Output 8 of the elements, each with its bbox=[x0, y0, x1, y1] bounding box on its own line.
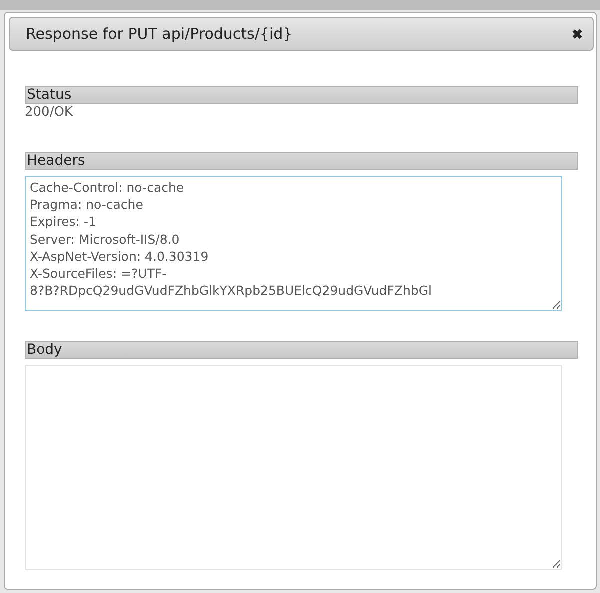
close-button[interactable]: ✖ bbox=[572, 26, 583, 42]
section-heading: Headers bbox=[25, 152, 578, 170]
text-area[interactable]: Cache-Control: no-cache Pragma: no-cache Expires: -1 Server: Microsoft-IIS/8.0 X-AspNet-Version: 4.0.30319 X-SourceFiles: =?UTF- 8?B?RDpcQ29udGVudFZhbGlkYXRpb25BUElcQ29udGVudFZhbGl bbox=[25, 176, 562, 311]
section-heading: Body bbox=[25, 341, 578, 359]
text-area[interactable] bbox=[25, 365, 562, 570]
status-value: 200/OK bbox=[25, 104, 74, 122]
dialog-title: Response for PUT api/Products/{id} bbox=[26, 25, 293, 43]
section-heading: Status bbox=[25, 86, 578, 104]
